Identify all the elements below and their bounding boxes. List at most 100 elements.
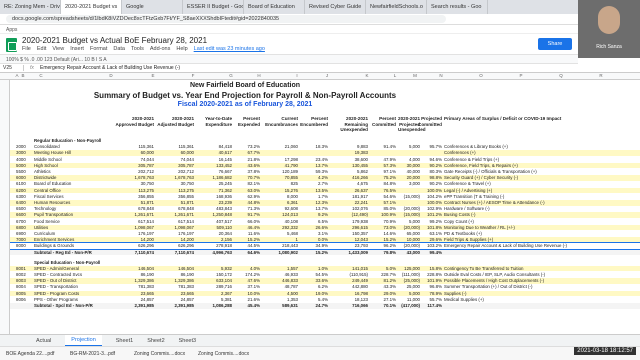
browser-tab[interactable]: Google	[122, 0, 183, 14]
table-row[interactable]: 6700 Food Service 617,514 617,514 407,517 66.…	[10, 219, 640, 225]
table-row[interactable]: 5500 Athletics 202,712 202,712 76,667 37.8% 12…	[10, 169, 640, 175]
browser-tab[interactable]: Search results - Goo	[427, 0, 488, 14]
column-header[interactable]: D	[104, 73, 118, 78]
menu-edit[interactable]: Edit	[37, 46, 46, 52]
browser-tab[interactable]: ESSER II Budget - Goo	[183, 0, 244, 14]
last-edit-link[interactable]: Last edit was 23 minutes ago	[194, 46, 265, 52]
cell-reference[interactable]: V25	[0, 65, 24, 71]
subtotal-row[interactable]: Subtotal - Spcl Ed - Non-P/R 2,391,985 2,3…	[10, 303, 640, 309]
menu-insert[interactable]: Insert	[70, 46, 84, 52]
table-row[interactable]: 6200 Central Office 113,275 113,275 71,362 63…	[10, 187, 640, 194]
sheet-tab-sheet3[interactable]: Sheet3	[179, 338, 196, 344]
menu-data[interactable]: Data	[113, 46, 125, 52]
table-row[interactable]: 6800 Utilities 1,098,067 1,098,067 509,110 46…	[10, 224, 640, 231]
table-row[interactable]: 8004 SPED - Transportation 781,383 781,383 2…	[10, 284, 640, 290]
value-cell: 1,329,386	[174, 278, 194, 284]
table-row[interactable]: 8001 SPED - Admin/General 146,504 146,504 5,…	[10, 265, 640, 272]
column-header[interactable]: O	[474, 73, 488, 78]
table-row[interactable]: 2000 Consolidated 115,361 115,361 84,418 73.2…	[10, 144, 640, 150]
url-field[interactable]: docs.google.com/spreadsheets/d/1lbdK8iVZ…	[6, 15, 446, 23]
menu-format[interactable]: Format	[90, 46, 107, 52]
column-header[interactable]: B	[16, 73, 30, 78]
column-header[interactable]: G	[224, 73, 238, 78]
formula-input[interactable]: Emergency Repair Account & Lack of Build…	[40, 65, 180, 71]
value-cell: 113,275	[178, 187, 194, 193]
menu-tools[interactable]: Tools	[131, 46, 144, 52]
table-row[interactable]: 6900 Curriculum 176,197 176,197 20,364 11.6% 5…	[10, 231, 640, 237]
column-header[interactable]: J	[320, 73, 334, 78]
column-header[interactable]: N	[434, 73, 448, 78]
table-row[interactable]: 6600 Pupil Transportation 1,261,671 1,261,6…	[10, 212, 640, 219]
column-header[interactable]: P	[514, 73, 528, 78]
browser-tab[interactable]: NewfairfieldSchools.o	[366, 0, 427, 14]
column-header[interactable]: M	[408, 73, 422, 78]
browser-tab[interactable]: RE: Zoning Mem - Drive	[0, 0, 61, 14]
browser-tab[interactable]: Revised Cyber Guide	[305, 0, 366, 14]
value-cell: 70.1%	[383, 303, 396, 308]
bookmark-apps[interactable]: Apps	[6, 27, 17, 33]
value-cell: 168,936	[216, 193, 232, 199]
menu-add-ons[interactable]: Add-ons	[150, 46, 171, 52]
account-code: 6900	[16, 231, 26, 236]
sheets-logo-icon[interactable]	[6, 38, 17, 52]
value-cell: 100.0%	[427, 187, 442, 193]
value-cell: 6,361	[287, 200, 298, 205]
value-cell: 2.7%	[317, 181, 328, 187]
browser-tab[interactable]: 2020-2021 Budget vs	[61, 0, 122, 14]
table-row[interactable]: 8003 SPED - Out of District 1,329,386 1,329…	[10, 278, 640, 284]
table-row[interactable]: 8006 PPS - Other Programs 24,857 24,857 5,38…	[10, 297, 640, 303]
table-row[interactable]: 8000 Buildings & Grounds 626,296 626,296 278…	[10, 242, 640, 251]
table-row[interactable]: 8002 SPED - Contracted Svcs 86,190 86,190 15…	[10, 272, 640, 278]
column-header[interactable]: K	[360, 73, 374, 78]
column-header[interactable]: H	[252, 73, 266, 78]
column-header[interactable]: C	[34, 73, 48, 78]
menu-file[interactable]: File	[22, 46, 31, 52]
sheet-tab-sheet1[interactable]: Sheet1	[116, 338, 133, 344]
share-button[interactable]: Share	[538, 38, 572, 50]
sheet-tab-actual[interactable]: Actual	[36, 338, 51, 344]
table-row[interactable]: 6000 Districtwide 1,678,763 1,678,763 1,186,…	[10, 175, 640, 181]
notes-cell: Conference, Field Trips, & Repairs (+)	[444, 162, 518, 168]
format-toolbar[interactable]: 100% $ % .0 .00 123 Default (Ari... 10 B…	[0, 54, 578, 64]
table-row[interactable]: 6300 Fiscal Services 356,855 356,855 168,936…	[10, 194, 640, 200]
column-header[interactable]: L	[388, 73, 402, 78]
subtotal-row[interactable]: Subtotal - Reg Ed - Non-P/R 7,110,674 7,11…	[10, 249, 640, 256]
value-cell: 46.4%	[247, 224, 260, 230]
download-item[interactable]: Zoning Commis....docx	[134, 351, 192, 357]
browser-tab[interactable]: Board of Education	[244, 0, 305, 14]
notes-cell: Gate Receipts (-) / Officials & Transpor…	[444, 169, 537, 174]
column-header[interactable]: F	[186, 73, 200, 78]
value-cell: 30,000	[406, 162, 420, 168]
spreadsheet-grid[interactable]: New Fairfield Board of Education Summary…	[10, 80, 640, 334]
table-row[interactable]: 6100 Board of Education 30,750 30,750 25,245…	[10, 181, 640, 187]
document-title[interactable]: 2020-2021 Budget vs Actual BoE February …	[22, 36, 207, 45]
account-name: Central Office	[34, 187, 61, 193]
table-row[interactable]: 6500 Technology 678,848 678,848 483,843 71.3%…	[10, 206, 640, 212]
download-item[interactable]: BOE Agenda 22....pdf	[6, 351, 64, 357]
table-row[interactable]: 3000 Meeting House Hill 60,000 60,000 40,617…	[10, 150, 640, 157]
download-item[interactable]: Zoning Commis....docx	[198, 351, 256, 357]
sheet-tab-sheet2[interactable]: Sheet2	[147, 338, 164, 344]
table-row[interactable]: 6400 Human Resources 51,871 51,871 23,239 44.…	[10, 200, 640, 206]
value-cell: 16,798	[354, 290, 368, 296]
sheet-tab-projection[interactable]: Projection	[65, 334, 102, 347]
column-header[interactable]: I	[290, 73, 304, 78]
menu-view[interactable]: View	[52, 46, 64, 52]
value-cell: 3.1%	[317, 231, 328, 236]
download-item[interactable]: BG-RM-2021-3...pdf	[70, 351, 128, 357]
value-cell: 5.0%	[385, 265, 396, 271]
value-cell: 1,329,386	[134, 278, 154, 284]
table-row[interactable]: 7000 Enrichment Services 14,200 14,200 2,156…	[10, 237, 640, 243]
table-row[interactable]: 4000 Middle School 74,044 74,044 16,145 21.8%…	[10, 157, 640, 163]
value-cell: 1,086,288	[212, 303, 232, 308]
menu-help[interactable]: Help	[176, 46, 187, 52]
value-cell: 13.7%	[315, 206, 328, 212]
account-code: 8004	[16, 284, 26, 290]
value-cell: 37.8%	[247, 169, 260, 174]
value-cell: 7,110,674	[174, 249, 194, 255]
column-header[interactable]: Q	[554, 73, 568, 78]
column-header[interactable]: R	[594, 73, 608, 78]
column-header[interactable]: E	[146, 73, 160, 78]
table-row[interactable]: 5000 High School 305,787 305,787 133,452 43.6…	[10, 162, 640, 169]
table-row[interactable]: 8005 SPED - Program Costs 23,665 23,665 2,36…	[10, 290, 640, 297]
